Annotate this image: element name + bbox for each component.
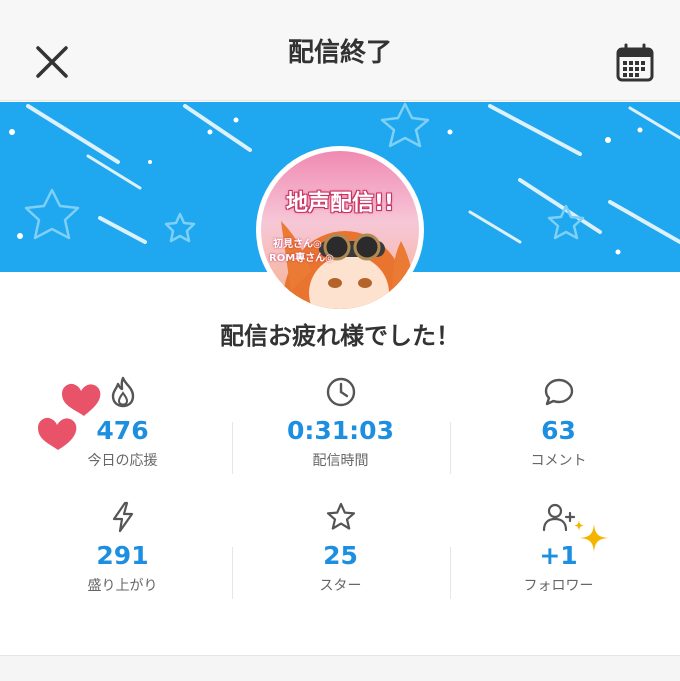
stats-grid: 476 今日の応援 0:31:03 配信時間 63 コメント 291 盛り上がり… (14, 370, 666, 620)
stat-comments: 63 コメント (450, 370, 667, 495)
hearts-decoration (38, 383, 101, 450)
comment-icon (544, 378, 573, 406)
calendar-icon (616, 43, 654, 82)
bottom-section (0, 655, 680, 681)
stat-duration: 0:31:03 配信時間 (232, 370, 449, 495)
stat-label: 盛り上がり (87, 578, 158, 594)
avatar-title-text: 地声配信!! (285, 191, 395, 216)
star-icon (326, 502, 355, 530)
top-bar: 配信終了 (0, 0, 680, 101)
page-title: 配信終了 (287, 37, 392, 68)
stat-stars: 25 スター (232, 495, 449, 620)
close-icon (36, 46, 68, 78)
streamer-avatar[interactable]: 地声配信!! 初見さん◎ ROM専さん◎ (256, 146, 424, 314)
stat-value: 291 (96, 541, 149, 570)
clock-icon (326, 377, 355, 407)
stat-label: フォロワー (523, 578, 594, 594)
thanks-message: 配信お疲れ様でした！ (220, 322, 460, 350)
flame-icon (111, 376, 134, 408)
avatar-sub-text: 初見さん◎ (273, 239, 322, 250)
sparkle-icon (574, 520, 608, 552)
calendar-button[interactable] (612, 40, 658, 86)
stat-label: 配信時間 (312, 453, 369, 469)
stat-value: 0:31:03 (287, 416, 394, 445)
stat-excitement: 291 盛り上がり (14, 495, 231, 620)
lightning-icon (112, 501, 133, 533)
stat-value: 25 (323, 541, 358, 570)
stat-value: 63 (541, 416, 576, 445)
avatar-sub-text-2: ROM専さん◎ (269, 253, 334, 264)
stat-followers: +1 フォロワー (450, 495, 667, 620)
stat-label: スター (319, 578, 362, 594)
close-button[interactable] (30, 40, 74, 84)
avatar-image: 地声配信!! 初見さん◎ ROM専さん◎ (261, 151, 419, 309)
stat-label: コメント (530, 453, 587, 469)
